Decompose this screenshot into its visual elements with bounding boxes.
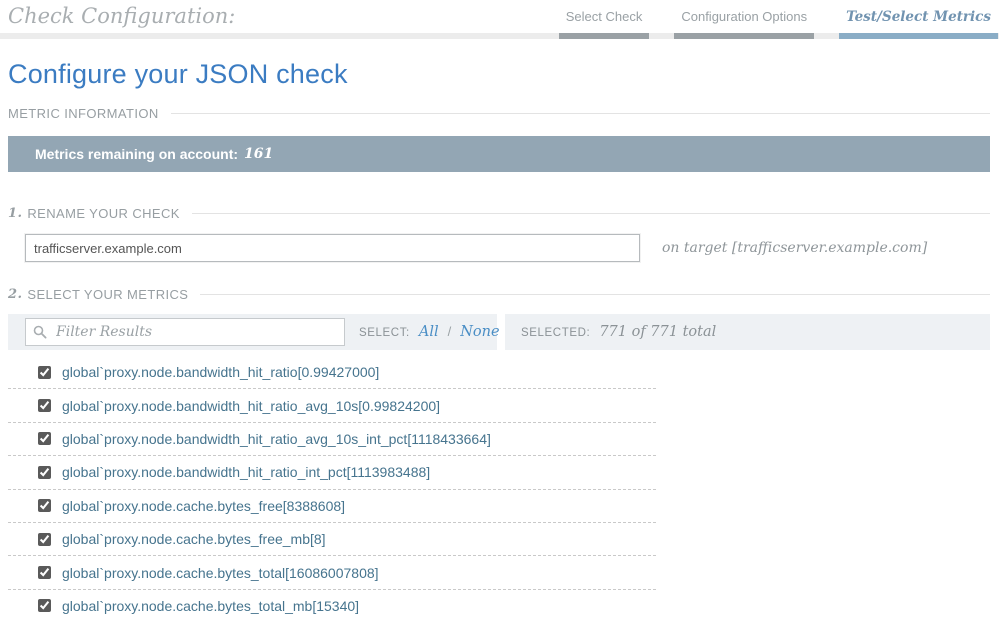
section-rule [192, 213, 990, 214]
rename-section-header: 1. RENAME YOUR CHECK [8, 206, 990, 221]
metric-row: global`proxy.node.bandwidth_hit_ratio_av… [8, 423, 656, 456]
page-title: Check Configuration: [8, 4, 235, 28]
select-none-link[interactable]: None [460, 324, 499, 340]
metric-row: global`proxy.node.bandwidth_hit_ratio_av… [8, 389, 656, 422]
metric-list: global`proxy.node.bandwidth_hit_ratio[0.… [8, 356, 656, 622]
metric-label: global`proxy.node.bandwidth_hit_ratio_in… [62, 464, 430, 480]
metrics-remaining-count: 161 [244, 146, 273, 162]
tab-underline [839, 33, 998, 39]
metric-row: global`proxy.node.cache.bytes_free_mb[8] [8, 523, 656, 556]
selected-summary: 771 of 771 total [599, 324, 716, 340]
rename-row: on target [trafficserver.example.com] [8, 234, 990, 262]
search-icon [33, 325, 47, 339]
metric-checkbox[interactable] [38, 399, 51, 412]
metric-row: global`proxy.node.bandwidth_hit_ratio[0.… [8, 356, 656, 389]
metric-label: global`proxy.node.bandwidth_hit_ratio_av… [62, 431, 491, 447]
metric-checkbox[interactable] [38, 599, 51, 612]
select-separator: / [448, 324, 452, 339]
tab-underline [674, 33, 814, 39]
selected-label: SELECTED: [521, 327, 590, 339]
tab-label: Configuration Options [681, 9, 807, 24]
filter-results-input[interactable] [25, 318, 345, 346]
metric-label: global`proxy.node.bandwidth_hit_ratio_av… [62, 398, 440, 414]
metric-information-label: METRIC INFORMATION [8, 106, 159, 121]
filter-toolbar: SELECT: All / None SELECTED: 771 of 771 … [8, 314, 990, 350]
rename-section-label: RENAME YOUR CHECK [27, 206, 179, 221]
metric-checkbox[interactable] [38, 499, 51, 512]
page-heading: Configure your JSON check [8, 59, 990, 90]
section-rule [171, 113, 990, 114]
metric-checkbox[interactable] [38, 566, 51, 579]
target-note: on target [trafficserver.example.com] [662, 240, 927, 256]
metric-label: global`proxy.node.bandwidth_hit_ratio[0.… [62, 364, 379, 380]
tab-test-select-metrics[interactable]: Test/Select Metrics [846, 9, 991, 25]
metric-checkbox[interactable] [38, 432, 51, 445]
metric-row: global`proxy.node.cache.bytes_free[83886… [8, 490, 656, 523]
select-label: SELECT: [359, 327, 410, 339]
metric-checkbox[interactable] [38, 366, 51, 379]
metric-label: global`proxy.node.cache.bytes_free_mb[8] [62, 531, 326, 547]
page-header: Check Configuration: Select Check Config… [0, 0, 999, 40]
tab-label: Test/Select Metrics [846, 9, 991, 25]
metric-checkbox[interactable] [38, 533, 51, 546]
wizard-tabs: Select Check Configuration Options Test/… [566, 9, 991, 25]
metric-label: global`proxy.node.cache.bytes_free[83886… [62, 498, 345, 514]
section-rule [200, 294, 990, 295]
tab-configuration-options[interactable]: Configuration Options [681, 9, 807, 25]
section-number: 2. [8, 287, 22, 302]
metric-row: global`proxy.node.cache.bytes_total_mb[1… [8, 590, 656, 622]
filter-toolbar-right: SELECTED: 771 of 771 total [505, 314, 990, 350]
select-all-link[interactable]: All [419, 324, 439, 340]
metric-row: global`proxy.node.bandwidth_hit_ratio_in… [8, 456, 656, 489]
tab-label: Select Check [566, 9, 643, 24]
selected-summary-group: SELECTED: 771 of 771 total [521, 324, 716, 340]
metric-information-section-header: METRIC INFORMATION [8, 106, 990, 121]
metric-row: global`proxy.node.cache.bytes_total[1608… [8, 556, 656, 589]
section-number: 1. [8, 206, 22, 221]
main-content: Configure your JSON check METRIC INFORMA… [0, 59, 999, 622]
filter-toolbar-left: SELECT: All / None [8, 314, 497, 350]
metric-label: global`proxy.node.cache.bytes_total[1608… [62, 565, 379, 581]
tab-select-check[interactable]: Select Check [566, 9, 643, 25]
metric-checkbox[interactable] [38, 466, 51, 479]
metrics-remaining-banner: Metrics remaining on account: 161 [8, 136, 990, 172]
search-input-wrap [25, 318, 345, 346]
select-all-none-group: SELECT: All / None [359, 324, 509, 340]
metric-label: global`proxy.node.cache.bytes_total_mb[1… [62, 598, 359, 614]
banner-text: Metrics remaining on account: [35, 146, 238, 162]
tab-underline [559, 33, 650, 39]
select-metrics-section-header: 2. SELECT YOUR METRICS [8, 287, 990, 302]
check-name-input[interactable] [25, 234, 640, 262]
select-metrics-section-label: SELECT YOUR METRICS [27, 287, 188, 302]
